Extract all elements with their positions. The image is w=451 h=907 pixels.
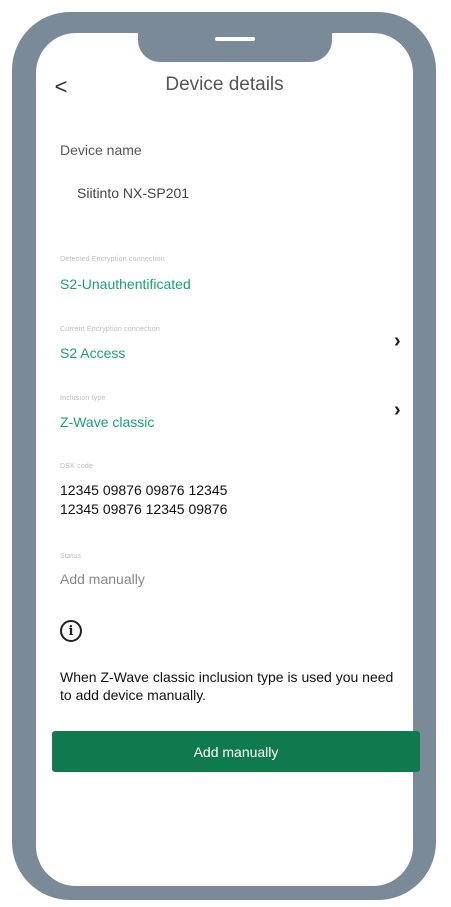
dsk-code-label: DSK code — [60, 463, 94, 470]
app-header: < Device details — [36, 70, 413, 106]
security-level-value[interactable]: S2 Access — [60, 345, 125, 361]
device-name-field[interactable]: Siitinto NX-SP201 — [77, 185, 189, 201]
dsk-code-line2: 12345 09876 12345 09876 — [60, 501, 228, 517]
detected-security-value: S2-Unauthentificated — [60, 276, 191, 292]
device-name-label: Device name — [60, 142, 142, 158]
info-icon: i — [60, 620, 82, 642]
page-title: Device details — [165, 74, 284, 95]
security-level-label: Current Encryption connection — [60, 326, 160, 333]
status-value: Add manually — [60, 571, 145, 587]
detected-security-label: Detected Encryption connection — [60, 256, 165, 263]
phone-notch — [138, 12, 332, 62]
chevron-right-icon[interactable]: › — [394, 399, 401, 422]
add-manually-button[interactable]: Add manually — [52, 731, 420, 772]
dsk-code-line1: 12345 09876 09876 12345 — [60, 482, 228, 498]
notch-indicator — [215, 37, 255, 41]
status-label: Status — [60, 553, 82, 560]
info-message: When Z-Wave classic inclusion type is us… — [60, 669, 394, 703]
inclusion-type-value[interactable]: Z-Wave classic — [60, 414, 154, 430]
inclusion-type-label: Inclusion type — [60, 395, 106, 402]
chevron-right-icon[interactable]: › — [394, 330, 401, 353]
